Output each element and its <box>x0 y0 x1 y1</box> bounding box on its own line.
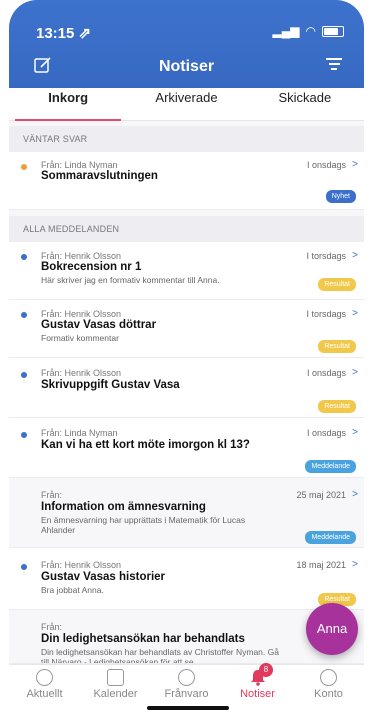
tabbar-item-kalender[interactable]: Kalender <box>80 665 151 715</box>
tab-arkiverade[interactable]: Arkiverade <box>127 88 245 120</box>
message-row[interactable]: Från: Henrik Olsson I torsdags > Gustav … <box>9 300 364 358</box>
message-subject: Gustav Vasas döttrar <box>41 319 157 331</box>
message-date: I onsdags <box>306 160 346 170</box>
inbox-tabs: Inkorg Arkiverade Skickade <box>9 88 364 121</box>
calendar-icon <box>107 669 124 686</box>
section-header-all: ALLA MEDDELANDEN <box>9 216 364 242</box>
chevron-right-icon: > <box>352 489 358 500</box>
status-badge: Meddelande <box>305 460 356 473</box>
message-from: Från: Linda Nyman <box>41 428 118 438</box>
message-from: Från: Henrik Olsson <box>41 368 122 378</box>
message-date: I onsdags <box>306 428 346 438</box>
top-bar: 13:15 ⇗ ▂▄▆ ◠ Notiser <box>9 0 364 88</box>
message-subject: Kan vi ha ett kort möte imorgon kl 13? <box>41 439 250 451</box>
tabbar-item-konto[interactable]: Konto <box>293 665 364 715</box>
message-from: Från: <box>41 622 63 632</box>
message-date: 25 maj 2021 <box>296 490 346 500</box>
status-badge: Meddelande <box>305 531 356 544</box>
unread-dot <box>21 312 27 318</box>
chevron-right-icon: > <box>352 367 358 378</box>
message-from: Från: <box>41 490 63 500</box>
unread-dot <box>21 564 27 570</box>
filter-icon[interactable] <box>326 58 342 72</box>
chevron-right-icon: > <box>352 159 358 170</box>
message-row[interactable]: Från: Henrik Olsson I torsdags > Bokrece… <box>9 242 364 300</box>
unread-dot <box>21 432 27 438</box>
message-subject: Bokrecension nr 1 <box>41 261 142 273</box>
message-row[interactable]: Från: Henrik Olsson I onsdags > Skrivupp… <box>9 358 364 418</box>
account-icon <box>320 669 337 686</box>
tabbar-label: Kalender <box>93 688 138 700</box>
status-badge: Resultat <box>318 340 356 353</box>
clock-icon <box>36 669 53 686</box>
status-badge: Resultat <box>318 400 356 413</box>
home-indicator <box>147 706 229 710</box>
chevron-right-icon: > <box>352 427 358 438</box>
message-date: I torsdags <box>306 251 346 261</box>
tabbar-label: Notiser <box>240 688 275 700</box>
message-from: Från: Henrik Olsson <box>41 560 122 570</box>
message-from: Från: Henrik Olsson <box>41 309 122 319</box>
message-subject: Gustav Vasas historier <box>41 571 166 583</box>
message-row[interactable]: Från: Linda Nyman I onsdags > Kan vi ha … <box>9 418 364 478</box>
message-date: 18 maj 2021 <box>296 560 346 570</box>
status-icons: ▂▄▆ ◠ <box>273 24 344 38</box>
message-from: Från: Henrik Olsson <box>41 251 122 261</box>
absence-icon <box>178 669 195 686</box>
tabbar-item-aktuellt[interactable]: Aktuellt <box>9 665 80 715</box>
chevron-right-icon: > <box>352 308 358 319</box>
tabbar-label: Frånvaro <box>164 688 209 700</box>
unread-dot <box>21 372 27 378</box>
message-row[interactable]: Från: 25 maj 2021 > Information om ämnes… <box>9 478 364 548</box>
message-subject: Din ledighetsansökan har behandlats <box>41 633 245 645</box>
message-from: Från: Linda Nyman <box>41 160 118 170</box>
unread-dot <box>21 164 27 170</box>
message-subject: Sommaravslutningen <box>41 170 158 182</box>
profile-fab-button[interactable]: Anna <box>306 603 358 655</box>
tab-skickade[interactable]: Skickade <box>246 88 364 120</box>
message-date: I torsdags <box>306 309 346 319</box>
message-subject: Information om ämnesvarning <box>41 501 206 513</box>
chevron-right-icon: > <box>352 250 358 261</box>
message-preview: Formativ kommentar <box>41 333 119 343</box>
tab-inkorg[interactable]: Inkorg <box>9 88 127 121</box>
unread-dot <box>21 254 27 260</box>
message-preview: Här skriver jag en formativ kommentar ti… <box>41 275 220 285</box>
message-preview: Din ledighetsansökan har behandlats av C… <box>41 647 279 664</box>
status-badge: Resultat <box>318 278 356 291</box>
page-title: Notiser <box>158 58 215 75</box>
status-time: 13:15 ⇗ <box>36 25 92 42</box>
notification-count-badge: 8 <box>259 663 273 677</box>
message-date: I onsdags <box>306 368 346 378</box>
tabbar-label: Aktuellt <box>26 688 63 700</box>
tabbar-label: Konto <box>314 688 343 700</box>
message-subject: Skrivuppgift Gustav Vasa <box>41 379 180 391</box>
section-header-waiting: VÄNTAR SVAR <box>9 126 364 152</box>
wifi-icon: ◠ <box>305 24 316 38</box>
chevron-right-icon: > <box>352 559 358 570</box>
message-row[interactable]: Från: Linda Nyman I onsdags > Sommaravsl… <box>9 152 364 210</box>
message-row[interactable]: Från: Henrik Olsson 18 maj 2021 > Gustav… <box>9 548 364 610</box>
status-badge: Nyhet <box>325 190 356 203</box>
message-preview: Bra jobbat Anna. <box>41 585 104 595</box>
battery-icon <box>322 25 344 37</box>
tabbar-item-notiser[interactable]: 8 Notiser <box>222 663 293 715</box>
signal-icon: ▂▄▆ <box>272 24 300 38</box>
message-preview: En ämnesvarning har upprättats i Matemat… <box>41 515 246 535</box>
app-screen: 13:15 ⇗ ▂▄▆ ◠ Notiser Inkorg Arkiverade … <box>9 0 364 715</box>
